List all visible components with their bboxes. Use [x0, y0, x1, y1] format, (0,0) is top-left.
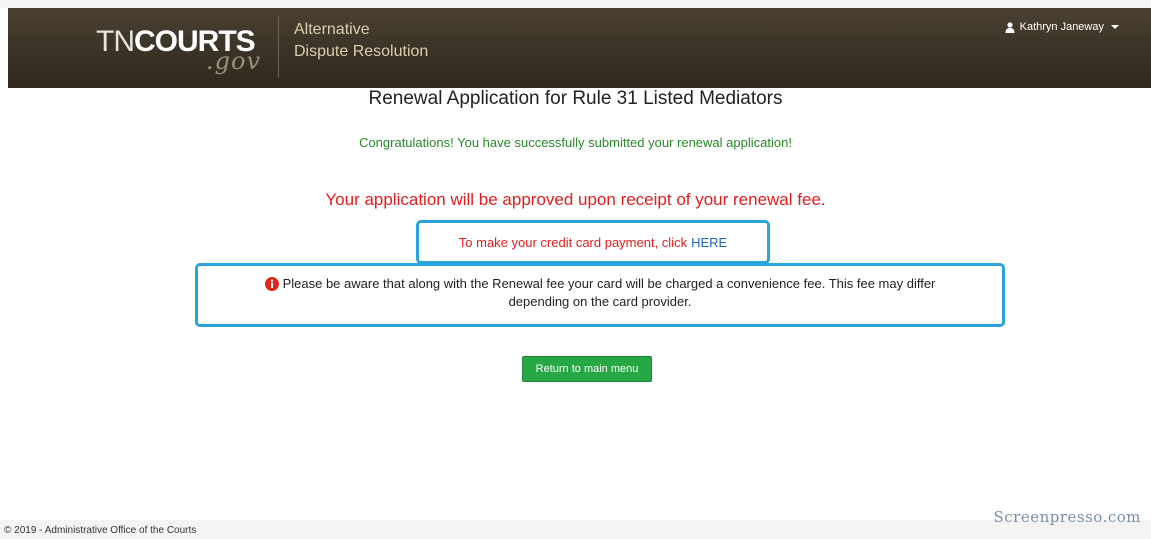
approval-message: Your application will be approved upon r… — [325, 190, 826, 209]
logo-gov-suffix: .gov — [206, 47, 261, 75]
header-navbar: TNCOURTS .gov Alternative Dispute Resolu… — [8, 8, 1151, 88]
user-icon — [1005, 21, 1015, 33]
tncourts-logo[interactable]: TNCOURTS .gov — [96, 14, 266, 78]
convenience-fee-notice: Please be aware that along with the Rene… — [195, 263, 1005, 327]
site-subtitle-line1: Alternative — [294, 21, 370, 38]
user-name: Kathryn Janeway — [1019, 21, 1104, 33]
notice-text-line1: Please be aware that along with the Rene… — [282, 276, 936, 291]
page: TNCOURTS .gov Alternative Dispute Resolu… — [0, 0, 1151, 539]
notice-text-line2: depending on the card provider. — [508, 294, 692, 309]
page-title: Renewal Application for Rule 31 Listed M… — [368, 88, 783, 109]
notice-line1-row: Please be aware that along with the Rene… — [198, 275, 1002, 293]
top-strip — [0, 0, 1151, 8]
footer-copyright: © 2019 - Administrative Office of the Co… — [4, 525, 197, 536]
payment-prompt: To make your credit card payment, click — [458, 234, 688, 250]
info-icon — [264, 277, 279, 291]
payment-callout: To make your credit card payment, click … — [416, 220, 770, 264]
user-menu-dropdown[interactable]: Kathryn Janeway — [1005, 21, 1119, 33]
site-subtitle: Alternative Dispute Resolution — [294, 19, 428, 63]
success-message: Congratulations! You have successfully s… — [359, 135, 792, 150]
return-to-main-menu-button[interactable]: Return to main menu — [522, 356, 652, 382]
screenpresso-watermark: Screenpresso.com — [993, 508, 1141, 526]
site-subtitle-line2: Dispute Resolution — [294, 43, 429, 60]
chevron-down-icon — [1111, 25, 1119, 29]
header-divider — [278, 16, 279, 78]
payment-here-link[interactable]: HERE — [691, 235, 727, 250]
